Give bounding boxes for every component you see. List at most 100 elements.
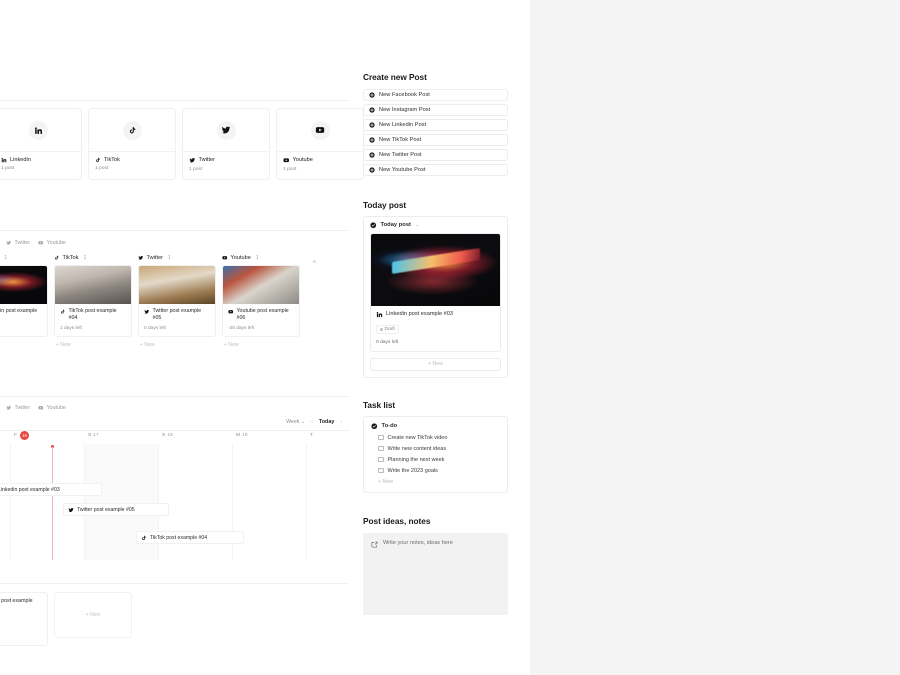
today-post-card[interactable]: Linkedin post example #03 Draft 0 days l… bbox=[370, 232, 501, 352]
checkbox-icon[interactable] bbox=[378, 445, 384, 452]
quick-action-new-tiktok-post[interactable]: New TikTok Post bbox=[363, 134, 508, 146]
timeline-tab-twitter[interactable]: Twitter bbox=[6, 405, 30, 411]
task-item[interactable]: Write the 2023 goals bbox=[364, 465, 507, 476]
board-add-card[interactable]: + New bbox=[138, 342, 216, 348]
timeline-today-button[interactable]: Today bbox=[319, 419, 334, 425]
timeline-tab-youtube[interactable]: Youtube bbox=[38, 405, 66, 411]
status-badge: Draft bbox=[376, 324, 399, 334]
quick-action-label: New Facebook Post bbox=[379, 92, 430, 98]
bottom-card-title: TikTok post example #04 bbox=[0, 598, 33, 604]
board-column-count: 1 bbox=[255, 255, 259, 261]
notes-editor[interactable]: Write your notes, ideas here bbox=[363, 533, 508, 615]
quick-action-new-youtube-post[interactable]: New Youtube Post bbox=[363, 164, 508, 176]
divider-bottom bbox=[0, 583, 348, 584]
divider-top bbox=[0, 100, 348, 101]
youtube-icon bbox=[38, 241, 44, 245]
timeline-range-select[interactable]: Week ⌄ bbox=[286, 419, 305, 425]
platform-card-twitter[interactable]: Twitter 1 post bbox=[182, 108, 270, 180]
bottom-card-tiktok[interactable]: TikTok post example #04 Draft 1 days lef… bbox=[0, 592, 48, 646]
plus-circle-icon bbox=[369, 92, 375, 98]
platform-avatar-area bbox=[89, 109, 175, 151]
add-board-column-button[interactable]: + bbox=[312, 257, 317, 348]
timeline-next-button[interactable]: › bbox=[340, 419, 342, 425]
quick-actions-title: Create new Post bbox=[363, 72, 427, 82]
youtube-icon bbox=[315, 127, 325, 133]
board-tab-youtube[interactable]: Youtube bbox=[38, 240, 66, 246]
today-post-card-box: Today post ⌄ Linkedin post example #03 D… bbox=[363, 216, 508, 378]
platform-name: Youtube bbox=[292, 157, 313, 164]
divider-timeline bbox=[0, 396, 348, 397]
quick-action-label: New Youtube Post bbox=[379, 167, 426, 173]
board-card-meta: Youtube post example #06 -25 days left bbox=[223, 304, 299, 336]
kanban-board: Twitter Youtube Linkedin 1 bbox=[0, 240, 350, 348]
timeline-day-label: T bbox=[310, 433, 313, 438]
post-title: Linkedin post example #03 bbox=[386, 311, 454, 317]
timeline-bar[interactable]: Twitter post example #05 bbox=[63, 503, 169, 516]
timeline-gridline bbox=[306, 444, 307, 560]
timeline-bar[interactable]: TikTok post example #04 bbox=[136, 531, 244, 544]
today-post-group-header[interactable]: Today post ⌄ bbox=[364, 217, 507, 233]
youtube-icon bbox=[38, 406, 44, 410]
middle-panel: Create new Post New Facebook Post New In… bbox=[363, 0, 508, 615]
bottom-add-card[interactable]: + New bbox=[54, 592, 132, 638]
task-add-new[interactable]: + New bbox=[364, 476, 507, 492]
board-add-card[interactable]: + New bbox=[54, 342, 132, 348]
board-add-card[interactable]: + New bbox=[222, 342, 300, 348]
linkedin-icon bbox=[1, 157, 7, 163]
board-add-card[interactable]: + New bbox=[0, 342, 48, 348]
board-card-meta: Linkedin post example #03 0 days left bbox=[0, 304, 47, 336]
youtube-icon bbox=[222, 256, 228, 260]
board-card[interactable]: Twitter post example #05 0 days left bbox=[138, 265, 216, 337]
platform-card-linkedin[interactable]: Linkedin 1 post bbox=[0, 108, 82, 180]
board-card-days-left: -25 days left bbox=[228, 325, 255, 331]
task-item[interactable]: Write new content ideas bbox=[364, 443, 507, 454]
platform-avatar-area bbox=[277, 109, 363, 151]
quick-action-new-linkedin-post[interactable]: New Linkedin Post bbox=[363, 119, 508, 131]
timeline-prev-button[interactable]: ‹ bbox=[311, 419, 313, 425]
today-post-add-new[interactable]: + New bbox=[370, 357, 501, 371]
board-card[interactable]: Linkedin post example #03 0 days left bbox=[0, 265, 48, 337]
platform-card-youtube[interactable]: Youtube 1 post bbox=[276, 108, 364, 180]
checkbox-icon[interactable] bbox=[378, 456, 384, 463]
twitter-icon bbox=[6, 406, 12, 410]
checkbox-icon[interactable] bbox=[378, 434, 384, 441]
check-circle-icon bbox=[370, 222, 377, 229]
quick-action-new-facebook-post[interactable]: New Facebook Post bbox=[363, 89, 508, 101]
twitter-icon bbox=[189, 158, 195, 163]
quick-action-label: New TikTok Post bbox=[379, 137, 422, 143]
platform-avatar-area bbox=[0, 109, 81, 151]
task-item[interactable]: Create new TikTok video bbox=[364, 432, 507, 443]
board-card[interactable]: Youtube post example #06 -25 days left bbox=[222, 265, 300, 337]
plus-circle-icon bbox=[369, 167, 375, 173]
timeline-grid: F 16 S 17 S 18 M 19 T Linkedin post exam… bbox=[0, 430, 350, 560]
platform-card-tiktok[interactable]: TikTok 1 post bbox=[88, 108, 176, 180]
board-tab-label: Twitter bbox=[14, 240, 31, 246]
bottom-card-row: TikTok post example #04 Draft 1 days lef… bbox=[0, 592, 132, 646]
timeline-bar[interactable]: Linkedin post example #03 bbox=[0, 483, 102, 496]
timeline-bar-title: Twitter post example #05 bbox=[77, 506, 135, 513]
board-column-youtube: Youtube 1 Youtube post example #06 -25 d… bbox=[222, 255, 300, 348]
avatar bbox=[28, 120, 48, 140]
quick-action-new-instagram-post[interactable]: New Instagram Post bbox=[363, 104, 508, 116]
board-card-days-left: 1 days left bbox=[60, 325, 82, 331]
board-card-thumbnail bbox=[0, 266, 47, 304]
task-item[interactable]: Planning the next week bbox=[364, 454, 507, 465]
task-item-label: Write the 2023 goals bbox=[387, 467, 438, 474]
tiktok-icon bbox=[55, 255, 59, 260]
board-card-meta: Twitter post example #05 0 days left bbox=[139, 304, 215, 336]
platform-name: Twitter bbox=[198, 157, 215, 164]
checkbox-icon[interactable] bbox=[378, 467, 384, 474]
post-meta: Linkedin post example #03 Draft 0 days l… bbox=[371, 306, 500, 351]
chevron-down-icon[interactable]: ⌄ bbox=[415, 222, 419, 228]
twitter-icon bbox=[6, 241, 12, 245]
platform-avatar-area bbox=[183, 109, 269, 151]
post-days-left: 0 days left bbox=[376, 339, 399, 345]
task-group-header[interactable]: To-do bbox=[364, 417, 507, 433]
board-tab-twitter[interactable]: Twitter bbox=[6, 240, 30, 246]
board-card[interactable]: TikTok post example #04 1 days left bbox=[54, 265, 132, 337]
notes-title: Post ideas, notes bbox=[363, 516, 431, 526]
timeline-day-label: S 17 bbox=[88, 433, 99, 438]
quick-action-new-twitter-post[interactable]: New Twitter Post bbox=[363, 149, 508, 161]
notes-placeholder: Write your notes, ideas here bbox=[383, 540, 453, 546]
board-card-thumbnail bbox=[139, 266, 215, 304]
